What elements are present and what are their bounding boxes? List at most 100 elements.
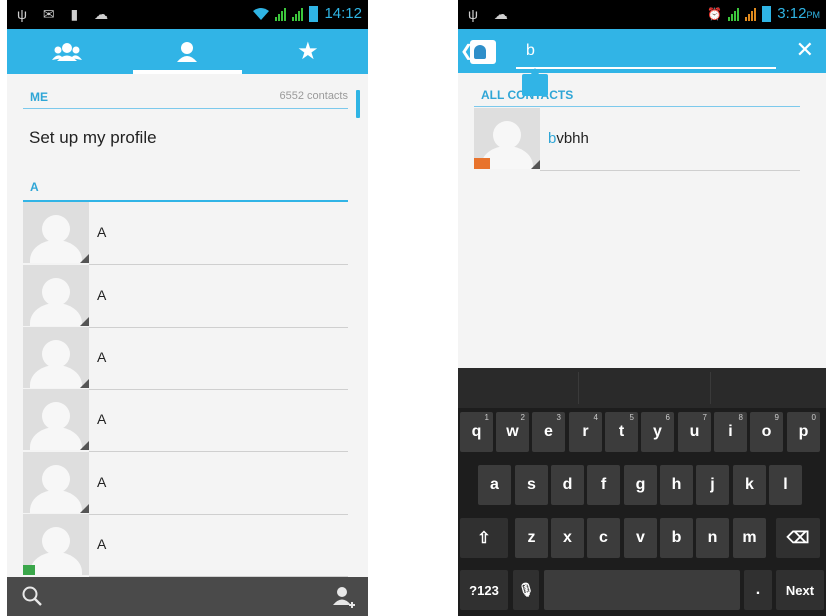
space-key[interactable]	[544, 570, 740, 610]
search-result-row[interactable]: bvbhh	[474, 108, 800, 171]
key-x[interactable]: x	[551, 518, 584, 558]
add-contact-icon[interactable]	[332, 585, 356, 609]
search-action-bar: ❮ b ✕	[458, 29, 826, 73]
signal-icon-2	[745, 7, 757, 21]
status-time: 14:12	[324, 5, 362, 22]
key-z[interactable]: z	[515, 518, 548, 558]
contacts-app-icon[interactable]	[470, 40, 496, 64]
key-v[interactable]: v	[624, 518, 657, 558]
key-e[interactable]: 3e	[532, 412, 565, 452]
notification-icons: ψ ✉ ▮ ☁	[17, 6, 115, 22]
backspace-icon: ⌫	[786, 530, 810, 547]
person-icon	[177, 41, 198, 62]
key-p[interactable]: 0p	[787, 412, 820, 452]
section-header-a: A	[23, 178, 348, 202]
phone-badge-icon	[474, 158, 490, 169]
avatar	[23, 202, 89, 263]
voice-input-key[interactable]: 🎙	[513, 570, 539, 610]
key-i[interactable]: 8i	[714, 412, 747, 452]
contact-name: bvbhh	[548, 130, 589, 147]
contact-search-screen: ψ ☁ ⏰ 3:12PM ❮ b ✕ ALL CONTACTS bvbhh	[458, 0, 826, 616]
star-icon: ★	[297, 38, 319, 65]
key-c[interactable]: c	[587, 518, 620, 558]
signal-icon	[275, 7, 287, 21]
key-u[interactable]: 7u	[678, 412, 711, 452]
bottom-action-bar	[7, 577, 368, 616]
contact-row[interactable]: A	[23, 265, 348, 328]
avatar	[23, 265, 89, 326]
status-time: 3:12PM	[777, 5, 820, 22]
battery-icon	[309, 5, 319, 22]
avatar	[474, 108, 540, 169]
key-j[interactable]: j	[696, 465, 729, 505]
microphone-icon: 🎙	[517, 582, 535, 597]
notification-icons: ψ ☁	[468, 6, 514, 22]
keyboard-row-2: a s d f g h j k l	[458, 465, 826, 507]
contact-count: 6552 contacts	[279, 90, 349, 102]
shift-key[interactable]: ⇧	[460, 518, 508, 558]
contact-name: A	[97, 224, 107, 240]
set-up-profile-item[interactable]: Set up my profile	[29, 128, 157, 148]
contact-name: A	[97, 287, 107, 303]
wifi-icon	[253, 7, 270, 20]
key-d[interactable]: d	[551, 465, 584, 505]
text-cursor-handle[interactable]	[522, 68, 548, 96]
key-t[interactable]: 5t	[605, 412, 638, 452]
key-w[interactable]: 2w	[496, 412, 529, 452]
key-r[interactable]: 4r	[569, 412, 602, 452]
contact-row[interactable]: A	[23, 202, 348, 265]
period-key[interactable]: .	[744, 570, 772, 610]
tab-contacts[interactable]	[127, 29, 247, 74]
avatar	[23, 514, 89, 575]
contacts-tab-bar: ★	[7, 29, 368, 74]
key-y[interactable]: 6y	[641, 412, 674, 452]
keyboard-row-1: 1q 2w 3e 4r 5t 6y 7u 8i 9o 0p	[458, 412, 826, 454]
key-q[interactable]: 1q	[460, 412, 493, 452]
avatar	[23, 327, 89, 388]
search-query: b	[526, 42, 535, 59]
contact-name: A	[97, 411, 107, 427]
avatar	[23, 389, 89, 450]
keyboard-row-3: ⇧ z x c v b n m ⌫	[458, 518, 826, 560]
keyboard-row-4: ?123 🎙 . Next	[458, 570, 826, 612]
symbols-key[interactable]: ?123	[460, 570, 508, 610]
suggestion-strip[interactable]	[458, 368, 826, 408]
close-icon[interactable]: ✕	[796, 37, 814, 63]
contact-name: A	[97, 536, 107, 552]
signal-icon	[728, 7, 740, 21]
key-f[interactable]: f	[587, 465, 620, 505]
scrollbar[interactable]	[356, 90, 360, 118]
me-section-header: ME 6552 contacts	[23, 88, 348, 109]
next-key[interactable]: Next	[776, 570, 824, 610]
groups-icon	[52, 42, 83, 61]
contact-name: A	[97, 349, 107, 365]
tab-groups[interactable]	[7, 29, 127, 74]
shift-icon: ⇧	[477, 530, 491, 547]
key-l[interactable]: l	[769, 465, 802, 505]
contact-row[interactable]: A	[23, 389, 348, 452]
key-s[interactable]: s	[515, 465, 548, 505]
key-b[interactable]: b	[660, 518, 693, 558]
key-h[interactable]: h	[660, 465, 693, 505]
status-bar: ψ ✉ ▮ ☁ 14:12	[7, 0, 368, 29]
key-o[interactable]: 9o	[750, 412, 783, 452]
search-input[interactable]: b	[516, 33, 776, 69]
key-g[interactable]: g	[624, 465, 657, 505]
key-n[interactable]: n	[696, 518, 729, 558]
tab-favorites[interactable]: ★	[248, 29, 368, 74]
contact-row[interactable]: A	[23, 327, 348, 390]
battery-icon	[762, 5, 772, 22]
status-bar: ψ ☁ ⏰ 3:12PM	[458, 0, 826, 29]
sim-badge-icon	[23, 565, 35, 575]
key-k[interactable]: k	[733, 465, 766, 505]
contact-row[interactable]: A	[23, 452, 348, 515]
contact-row[interactable]: A	[23, 514, 348, 577]
contact-name: A	[97, 474, 107, 490]
key-a[interactable]: a	[478, 465, 511, 505]
me-label: ME	[30, 90, 48, 104]
section-letter: A	[30, 180, 39, 194]
delete-key[interactable]: ⌫	[776, 518, 820, 558]
search-icon[interactable]	[21, 585, 43, 607]
key-m[interactable]: m	[733, 518, 766, 558]
signal-icon-2	[292, 7, 304, 21]
